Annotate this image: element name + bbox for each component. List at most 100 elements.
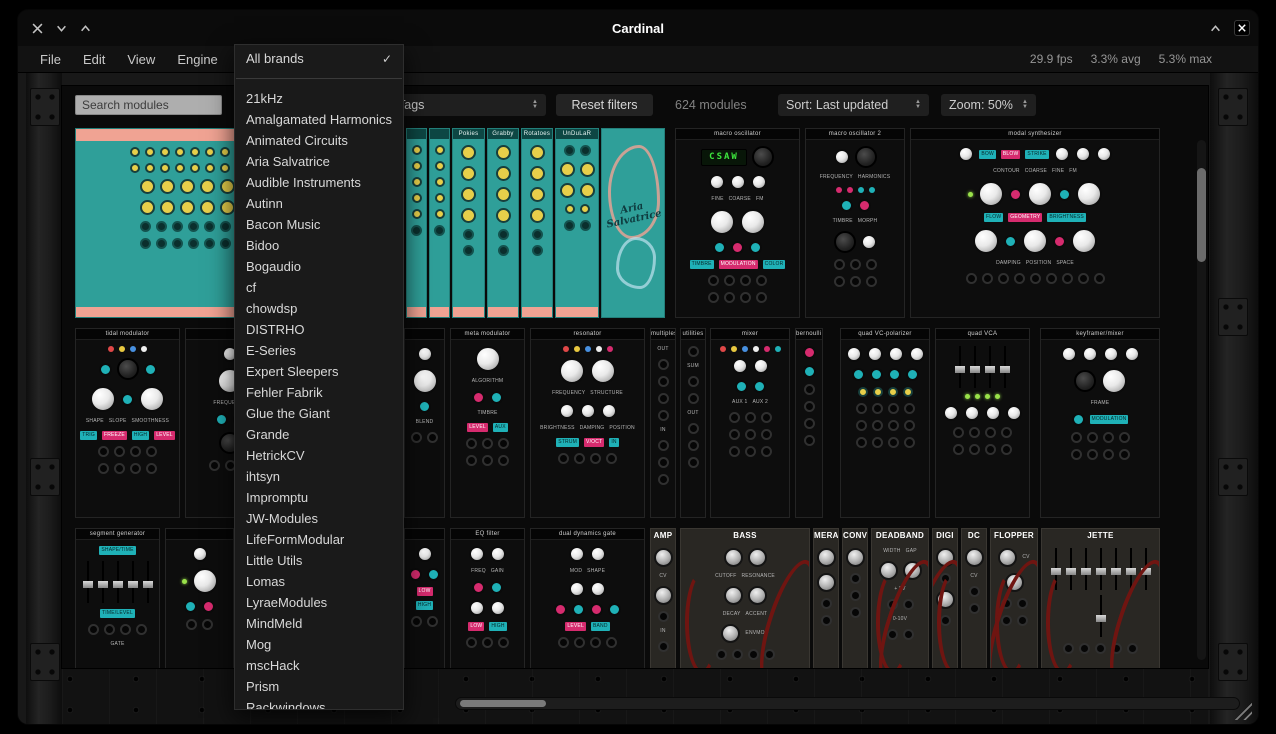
port-jack: [804, 401, 815, 412]
module-tile[interactable]: DIGI: [932, 528, 958, 668]
module-tile[interactable]: MERA: [813, 528, 839, 668]
panel-up-icon[interactable]: [1208, 21, 1222, 35]
module-tile[interactable]: Rotatoes: [521, 128, 553, 318]
port-jack: [574, 637, 585, 648]
module-tile[interactable]: resonatorFREQUENCYSTRUCTUREBRIGHTNESSDAM…: [530, 328, 645, 518]
module-tile[interactable]: BASSCUTOFFRESONANCEDECAYACCENTENVMOD: [680, 528, 810, 668]
port-jack: [872, 403, 883, 414]
brand-menu-item[interactable]: Grande: [235, 424, 403, 445]
module-tile[interactable]: Aria Salvatrice: [601, 128, 665, 318]
brand-menu-item[interactable]: HetrickCV: [235, 445, 403, 466]
module-tile[interactable]: mixerAUX 1AUX 2: [710, 328, 790, 518]
knob: [202, 600, 215, 613]
brand-menu-item[interactable]: Prism: [235, 676, 403, 697]
brand-menu-item[interactable]: Amalgamated Harmonics: [235, 109, 403, 130]
module-tile[interactable]: tidal modulatorSHAPESLOPESMOOTHNESSTRIGF…: [75, 328, 180, 518]
brand-menu-item[interactable]: DISTRHO: [235, 319, 403, 340]
module-tile[interactable]: multiplesOUTIN: [650, 328, 676, 518]
module-tile[interactable]: modal synthesizerBOWBLOWSTRIKECONTOURCOA…: [910, 128, 1160, 318]
module-tile[interactable]: CONV: [842, 528, 868, 668]
knob: [608, 603, 621, 616]
knob: [803, 365, 816, 378]
module-tile[interactable]: DCCV: [961, 528, 987, 668]
brand-menu-item[interactable]: Fehler Fabrik: [235, 382, 403, 403]
module-label: COARSE: [729, 196, 751, 203]
module-name: AMP: [651, 529, 675, 542]
module-tile[interactable]: BLEND: [404, 328, 445, 518]
brand-menu-item[interactable]: MindMeld: [235, 613, 403, 634]
brand-menu-item[interactable]: mscHack: [235, 655, 403, 676]
brand-menu-item[interactable]: LifeFormModular: [235, 529, 403, 550]
module-tile[interactable]: FLOPPERCV: [990, 528, 1038, 668]
brand-menu-item[interactable]: Impromptu: [235, 487, 403, 508]
module-tile[interactable]: Pokies: [452, 128, 485, 318]
brand-menu-item[interactable]: Lomas: [235, 571, 403, 592]
module-tile[interactable]: meta modulatorALGORITHMTIMBRELEVELAUX: [450, 328, 525, 518]
brand-menu-item[interactable]: chowdsp: [235, 298, 403, 319]
brand-menu-item[interactable]: Animated Circuits: [235, 130, 403, 151]
module-tile[interactable]: [406, 128, 427, 318]
close-icon[interactable]: [30, 21, 44, 35]
brand-menu-item[interactable]: ihtsyn: [235, 466, 403, 487]
brand-menu-item[interactable]: Mog: [235, 634, 403, 655]
module-tile[interactable]: bernoulli gate: [795, 328, 823, 518]
brand-menu-item[interactable]: Glue the Giant: [235, 403, 403, 424]
led: [965, 394, 970, 399]
brand-menu-item[interactable]: E-Series: [235, 340, 403, 361]
menu-file[interactable]: File: [40, 52, 61, 67]
brand-menu-item[interactable]: Rackwindows: [235, 697, 403, 710]
brand-menu-item[interactable]: cf: [235, 277, 403, 298]
brand-menu-item[interactable]: Bidoo: [235, 235, 403, 256]
rack-hscrollbar-track[interactable]: [455, 697, 1240, 710]
brand-menu-item[interactable]: Aria Salvatrice: [235, 151, 403, 172]
port-jack: [186, 619, 197, 630]
rack-hscrollbar-thumb[interactable]: [460, 700, 546, 707]
slider: [955, 346, 965, 388]
led: [995, 394, 1000, 399]
module-tile[interactable]: utilitiesSUMOUT: [680, 328, 706, 518]
module-tile[interactable]: keyframer/mixerFRAMEMODULATION: [1040, 328, 1160, 518]
brand-menu-item[interactable]: Little Utils: [235, 550, 403, 571]
brand-menu-item[interactable]: 21kHz: [235, 88, 403, 109]
port-jack: [969, 444, 980, 455]
port-jack: [1103, 432, 1114, 443]
menu-engine[interactable]: Engine: [177, 52, 217, 67]
brand-menu-item[interactable]: LyraeModules: [235, 592, 403, 613]
module-tile[interactable]: [429, 128, 450, 318]
browser-scrollbar-thumb[interactable]: [1197, 168, 1206, 262]
module-tile[interactable]: AMPCVIN: [650, 528, 676, 668]
app-logo-icon[interactable]: [1234, 20, 1250, 36]
led: [182, 579, 187, 584]
brand-menu-item[interactable]: Bacon Music: [235, 214, 403, 235]
module-tile[interactable]: segment generatorSHAPE/TIMETIME/LEVELGAT…: [75, 528, 160, 668]
brand-menu-item[interactable]: Autinn: [235, 193, 403, 214]
module-tile[interactable]: Grabby: [487, 128, 519, 318]
module-tile[interactable]: EQ filterFREQGAINLOWHIGH: [450, 528, 525, 668]
port-jack: [658, 440, 669, 451]
module-tile[interactable]: dual dynamics gateMODSHAPELEVELBAND: [530, 528, 645, 668]
module-tile[interactable]: UnDuLaR: [555, 128, 599, 318]
module-tile[interactable]: quad VCA: [935, 328, 1030, 518]
chevron-up-icon[interactable]: [78, 21, 92, 35]
chevron-down-icon[interactable]: [54, 21, 68, 35]
brand-menu-item[interactable]: Expert Sleepers: [235, 361, 403, 382]
knob: [117, 358, 139, 380]
port-jack: [411, 616, 422, 627]
module-tile[interactable]: [165, 528, 234, 668]
brand-menu-item[interactable]: Bogaudio: [235, 256, 403, 277]
brand-menu-item-all-brands[interactable]: All brands✓: [235, 48, 403, 69]
brand-menu-item[interactable]: JW-Modules: [235, 508, 403, 529]
module-tile[interactable]: DEADBANDWIDTHGAP+ 5V0-10V: [871, 528, 929, 668]
port-jack: [482, 637, 493, 648]
module-tile[interactable]: quad VC-polarizer: [840, 328, 930, 518]
menu-view[interactable]: View: [127, 52, 155, 67]
knob: [1074, 370, 1096, 392]
port-jack: [821, 615, 832, 626]
module-tile[interactable]: LOWHIGH: [404, 528, 445, 668]
menu-edit[interactable]: Edit: [83, 52, 105, 67]
module-tile[interactable]: macro oscillatorCSAWFINECOARSEFMTIMBREMO…: [675, 128, 800, 318]
brand-menu-item[interactable]: Audible Instruments: [235, 172, 403, 193]
knob: [175, 163, 185, 173]
module-tile[interactable]: JETTE: [1041, 528, 1160, 668]
module-tile[interactable]: macro oscillator 2FREQUENCYHARMONICSTIMB…: [805, 128, 905, 318]
